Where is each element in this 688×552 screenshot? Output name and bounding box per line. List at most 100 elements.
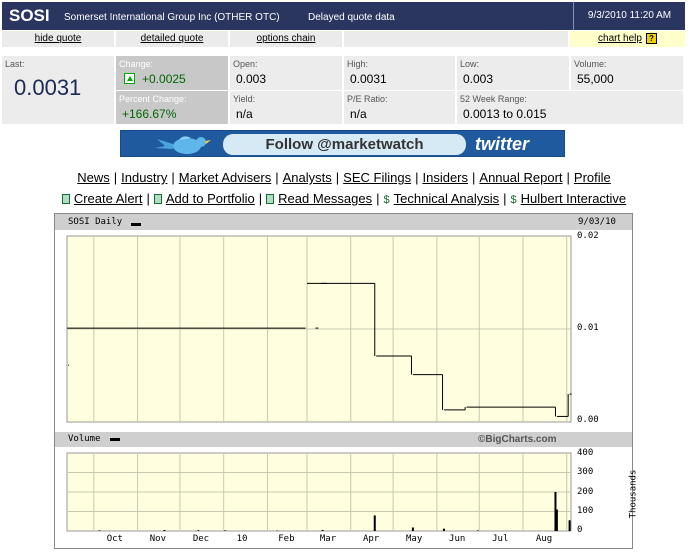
- action-nav: Create Alert | Add to Portfolio | Read Messa…: [0, 191, 688, 206]
- x-axis-label: Jun: [449, 534, 466, 544]
- x-axis-label: 10: [236, 534, 248, 544]
- nav-separator: |: [472, 170, 476, 185]
- chart-canvas: [54, 213, 633, 549]
- volume-value: 55,000: [577, 72, 614, 86]
- low-cell: Low: 0.003: [457, 56, 569, 90]
- volume-bar: [224, 530, 227, 531]
- bird-icon: [155, 136, 211, 154]
- open-label: Open:: [233, 59, 258, 69]
- legend-swatch: [131, 223, 141, 226]
- hide-quote-cell: hide quote: [2, 31, 114, 47]
- pe-ratio-label: P/E Ratio:: [347, 94, 388, 104]
- detailed-quote-cell: detailed quote: [116, 31, 228, 47]
- volume-bar: [411, 527, 414, 531]
- open-value: 0.003: [236, 72, 267, 86]
- twitter-logo: twitter: [475, 134, 529, 154]
- price-tick: 0.02: [577, 231, 599, 241]
- price-chart[interactable]: SOSI Daily 9/03/10 Volume ©BigCharts.com…: [54, 213, 638, 549]
- x-axis-label: Aug: [535, 534, 553, 544]
- week52-label: 52 Week Range:: [460, 94, 527, 104]
- x-axis-label: Jul: [492, 534, 509, 544]
- hide-quote-link[interactable]: hide quote: [35, 33, 82, 44]
- company-name: Somerset International Group Inc (OTHER …: [64, 12, 280, 23]
- volume-bar: [373, 515, 376, 531]
- detailed-quote-link[interactable]: detailed quote: [141, 33, 204, 44]
- volume-bar: [555, 509, 558, 531]
- volume-bar: [98, 530, 101, 531]
- volume-tick: 400: [577, 448, 594, 458]
- volume-legend-swatch: [110, 438, 120, 441]
- x-axis-label: Nov: [149, 534, 167, 544]
- ticker-symbol: SOSI: [9, 6, 50, 25]
- twitter-banner[interactable]: Follow @marketwatch twitter: [120, 130, 565, 157]
- technical-analysis-link[interactable]: Technical Analysis: [394, 191, 500, 206]
- chart-title: SOSI Daily: [68, 217, 123, 227]
- pe-ratio-value: n/a: [350, 107, 367, 121]
- add-to-portfolio-link[interactable]: Add to Portfolio: [166, 191, 255, 206]
- week52-range-cell: 52 Week Range: 0.0013 to 0.015: [457, 91, 683, 124]
- options-chain-link[interactable]: options chain: [257, 33, 316, 44]
- dollar-icon: $: [383, 194, 390, 206]
- alert-icon: [61, 194, 70, 204]
- low-value: 0.003: [463, 72, 494, 86]
- nav-separator: |: [415, 170, 419, 185]
- nav-insiders[interactable]: Insiders: [422, 170, 468, 185]
- volume-title: Volume: [68, 434, 101, 444]
- percent-change-cell: Percent Change: +166.67%: [116, 91, 228, 124]
- link-row-spacer: [344, 31, 568, 47]
- create-alert-link[interactable]: Create Alert: [74, 191, 143, 206]
- read-messages-link[interactable]: Read Messages: [278, 191, 372, 206]
- nav-separator: |: [376, 191, 380, 206]
- follow-text: Follow @marketwatch: [223, 134, 466, 155]
- volume-tick: 100: [577, 506, 594, 516]
- volume-bar: [321, 530, 324, 531]
- change-value-wrap: +0.0025: [124, 72, 186, 86]
- dollar-icon: $: [510, 194, 517, 206]
- chart-title-bar: [55, 214, 632, 230]
- help-icon[interactable]: ?: [645, 32, 657, 44]
- high-label: High:: [347, 59, 369, 69]
- week52-range: 0.0013 to 0.015: [463, 107, 546, 121]
- nav-news[interactable]: News: [77, 170, 110, 185]
- messages-icon: [266, 194, 275, 204]
- volume-tick: 200: [577, 487, 594, 497]
- x-axis-label: Dec: [192, 534, 210, 544]
- high-cell: High: 0.0031: [344, 56, 455, 90]
- nav-industry[interactable]: Industry: [121, 170, 167, 185]
- yield-cell: Yield: n/a: [230, 91, 342, 124]
- volume-bar: [476, 530, 479, 531]
- nav-separator: |: [113, 170, 118, 185]
- hulbert-interactive-link[interactable]: Hulbert Interactive: [521, 191, 627, 206]
- open-cell: Open: 0.003: [230, 56, 342, 90]
- nav-analysts[interactable]: Analysts: [283, 170, 332, 185]
- quote-link-row: hide quote detailed quote options chain …: [2, 31, 685, 47]
- nav-separator: |: [171, 170, 175, 185]
- nav-separator: |: [275, 170, 279, 185]
- nav-sec-filings[interactable]: SEC Filings: [343, 170, 411, 185]
- nav-separator: |: [566, 170, 570, 185]
- yield-value: n/a: [236, 107, 253, 121]
- price-tick: 0.00: [577, 415, 599, 425]
- x-axis-label: Feb: [278, 534, 295, 544]
- volume-bar: [442, 528, 445, 531]
- price-tick: 0.01: [577, 323, 599, 333]
- chart-help-link[interactable]: chart help: [598, 33, 642, 44]
- nav-profile[interactable]: Profile: [574, 170, 611, 185]
- percent-change-value: +166.67%: [122, 107, 177, 121]
- volume-tick: 300: [577, 467, 594, 477]
- volume-label: Volume:: [574, 59, 607, 69]
- volume-cell: Volume: 55,000: [571, 56, 683, 90]
- x-axis-label: Oct: [106, 534, 123, 544]
- low-label: Low:: [460, 59, 480, 69]
- nav-annual-report[interactable]: Annual Report: [479, 170, 562, 185]
- quote-header: SOSI Somerset International Group Inc (O…: [2, 2, 685, 30]
- volume-unit-label: Thousands: [628, 469, 639, 519]
- nav-market-advisers[interactable]: Market Advisers: [179, 170, 271, 185]
- x-axis-label: May: [406, 534, 423, 544]
- volume-bar: [163, 530, 166, 531]
- volume-tick: 0: [577, 525, 583, 535]
- last-price: 0.0031: [14, 75, 82, 100]
- portfolio-icon: [153, 194, 162, 204]
- nav-separator: |: [335, 170, 340, 185]
- change-label: Change:: [119, 59, 154, 69]
